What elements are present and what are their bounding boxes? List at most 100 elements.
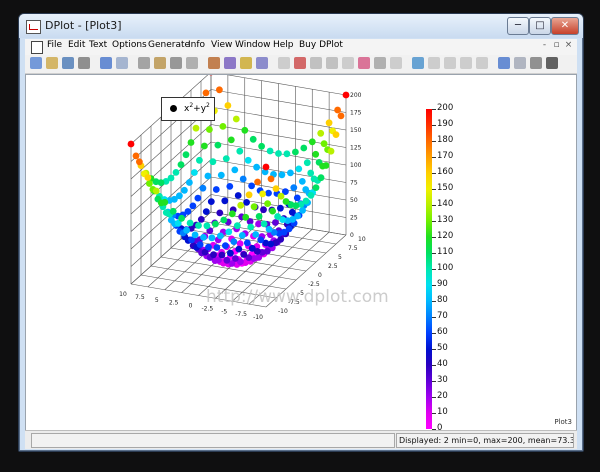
zoom-out-icon[interactable]	[514, 57, 526, 69]
maximize-button[interactable]: □	[529, 17, 551, 35]
delete-icon[interactable]	[186, 57, 198, 69]
surface-point	[245, 191, 253, 199]
copy-icon[interactable]	[138, 57, 150, 69]
menu-edit[interactable]: Edit	[68, 40, 85, 50]
mdi-minimize-button[interactable]: -	[540, 40, 549, 52]
arrow-icon[interactable]	[374, 57, 386, 69]
y-tick-label: 5	[338, 254, 342, 261]
surface-point	[295, 165, 303, 173]
surface-point	[325, 119, 333, 127]
new-icon[interactable]	[30, 57, 42, 69]
surface-point	[240, 251, 248, 258]
image2-icon[interactable]	[460, 57, 472, 69]
status-pane-left	[31, 433, 395, 448]
document-icon[interactable]	[31, 41, 43, 54]
x-tick-label: -5	[221, 308, 227, 315]
mdi-restore-button[interactable]: ▫	[552, 40, 561, 52]
y-tick-label: 0	[318, 272, 322, 279]
surface-point	[191, 231, 199, 239]
colorbar-tick-label: 10	[437, 407, 448, 417]
cube-icon[interactable]	[326, 57, 338, 69]
edit2-icon[interactable]	[224, 57, 236, 69]
colorbar-icon[interactable]	[358, 57, 370, 69]
surface-point	[237, 201, 245, 209]
title-bar[interactable]: DPlot - [Plot3] ─ □ ✕	[19, 14, 583, 38]
undo-icon[interactable]	[100, 57, 112, 69]
pencil-icon[interactable]	[240, 57, 252, 69]
z-tick-label: 150	[350, 127, 362, 134]
box-icon[interactable]	[310, 57, 322, 69]
surface-point	[247, 223, 255, 231]
curve-icon[interactable]	[476, 57, 488, 69]
chart-icon[interactable]	[412, 57, 424, 69]
colorbar-tick-label: 70	[437, 311, 448, 321]
image-icon[interactable]	[444, 57, 456, 69]
close-button[interactable]: ✕	[551, 17, 579, 35]
surface-point	[212, 220, 219, 228]
menu-text[interactable]: Text	[89, 40, 107, 50]
minimize-button[interactable]: ─	[507, 17, 529, 35]
surface-point	[248, 182, 256, 190]
z-tick-label: 25	[350, 215, 358, 222]
mdi-close-button[interactable]: ×	[564, 40, 573, 52]
watermark: http://www.dplot.com	[206, 287, 389, 307]
save-icon[interactable]	[62, 57, 74, 69]
colorbar-tick-mark	[432, 317, 436, 318]
surface-point	[258, 142, 265, 150]
surface-point	[277, 204, 284, 212]
surface-point	[255, 213, 263, 220]
surface-point	[260, 220, 268, 228]
colorbar-tick-label: 50	[437, 343, 448, 353]
surface-point	[200, 234, 207, 241]
open-icon[interactable]	[46, 57, 58, 69]
print-icon[interactable]	[78, 57, 90, 69]
zoom-fit-icon[interactable]	[390, 57, 402, 69]
surface-point	[209, 158, 217, 166]
frame-icon[interactable]	[342, 57, 354, 69]
clipboard-icon[interactable]	[170, 57, 182, 69]
legend[interactable]: x2+y2	[161, 97, 215, 121]
surface-point	[231, 166, 239, 174]
hist-icon[interactable]	[428, 57, 440, 69]
surface-point	[272, 219, 279, 226]
table-icon[interactable]	[294, 57, 306, 69]
colorbar-tick-label: 120	[437, 231, 454, 241]
z-tick-label: 50	[350, 197, 358, 204]
paste-icon[interactable]	[154, 57, 166, 69]
colorbar-tick-mark	[432, 221, 436, 222]
colorbar-tick-mark	[432, 237, 436, 238]
surface-point	[226, 183, 234, 190]
legend-label: x2+y2	[184, 102, 210, 114]
crosshair-icon[interactable]	[546, 57, 558, 69]
menu-help[interactable]: Help	[273, 40, 294, 50]
x-tick-label: 7.5	[135, 294, 145, 301]
surface-point	[277, 192, 285, 200]
menu-buy-dplot[interactable]: Buy DPlot	[299, 40, 343, 50]
redo-icon[interactable]	[116, 57, 128, 69]
surface-point	[189, 202, 197, 210]
surface-point	[265, 225, 273, 233]
pointer-icon[interactable]	[530, 57, 542, 69]
surface-point	[308, 138, 316, 146]
surface-point	[172, 169, 180, 176]
menu-options[interactable]: Options	[112, 40, 147, 50]
window-title: DPlot - [Plot3]	[45, 19, 122, 32]
y-tick-label: -10	[278, 308, 288, 315]
grid-icon[interactable]	[278, 57, 290, 69]
zoom-in-icon[interactable]	[498, 57, 510, 69]
menu-file[interactable]: File	[47, 40, 62, 50]
menu-generate[interactable]: Generate	[148, 40, 190, 50]
surface-point	[241, 126, 249, 134]
eraser-icon[interactable]	[256, 57, 268, 69]
menu-window[interactable]: Window	[235, 40, 271, 50]
edit-icon[interactable]	[208, 57, 220, 69]
menu-view[interactable]: View	[211, 40, 232, 50]
y-tick-label: 2.5	[328, 263, 338, 270]
colorbar-tick-label: 60	[437, 327, 448, 337]
surface-point	[212, 186, 220, 193]
colorbar-tick-mark	[432, 349, 436, 350]
plot-area[interactable]: 10 7.5 5 2.5 0 -2.5 -5 -7.5 -10 -10 -7.5 -5 -2.5 0 2.5…	[25, 74, 577, 433]
colorbar-tick-label: 190	[437, 119, 454, 129]
menu-info[interactable]: Info	[188, 40, 205, 50]
menu-bar: File Edit Text Options Generate Info Vie…	[25, 39, 577, 56]
